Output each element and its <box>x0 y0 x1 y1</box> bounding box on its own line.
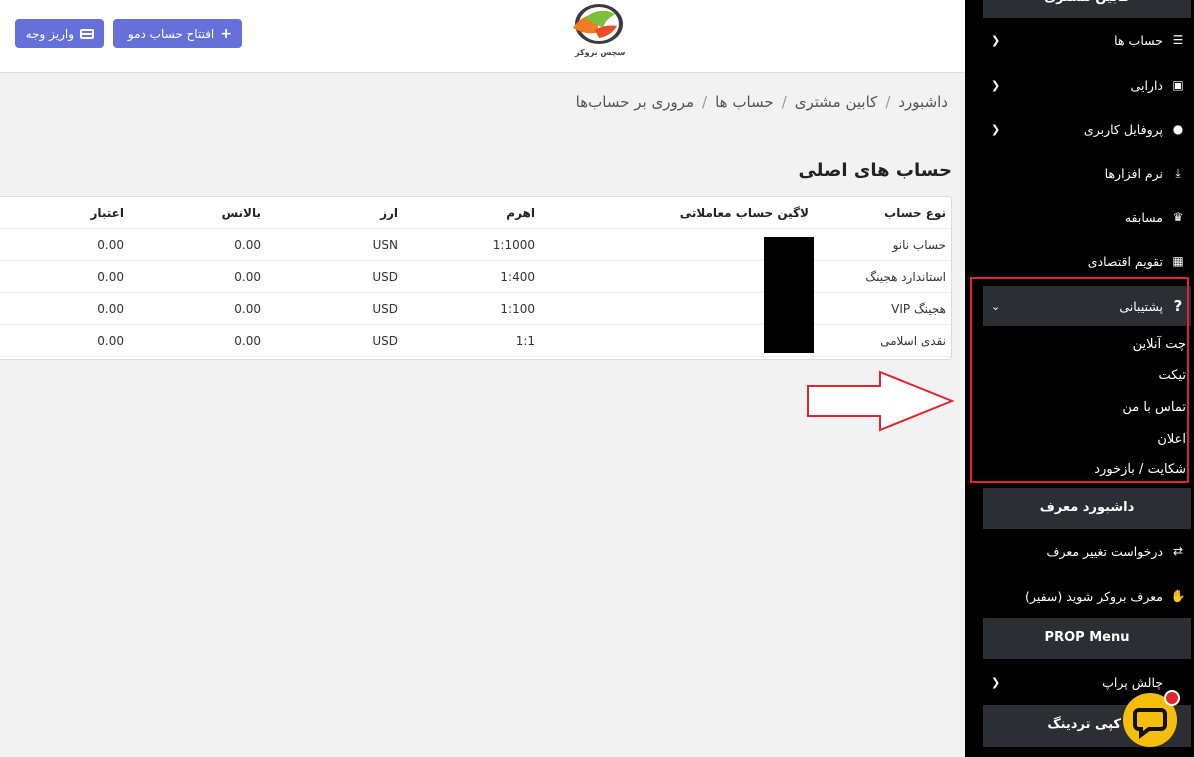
credit-cell: 0.00 <box>97 270 124 284</box>
column-header: نوع حساب <box>884 206 946 220</box>
trophy-icon: ♛ <box>1172 210 1184 224</box>
credit-card-icon <box>80 28 94 39</box>
sidebar-item-label: حساب ها <box>1114 32 1163 48</box>
breadcrumb-separator: / <box>885 93 891 111</box>
balance-cell: 0.00 <box>234 238 261 252</box>
sidebar-item-label: دارایی <box>1130 77 1163 93</box>
currency-cell: USD <box>372 270 398 284</box>
account-type-cell: استاندارد هجینگ <box>865 270 946 284</box>
top-header: واریز وجه + افتتاح حساب دمو سچس بروکر <box>0 0 965 73</box>
column-header: لاگین حساب معاملاتی <box>679 206 809 220</box>
account-type-cell: حساب نانو <box>892 238 946 252</box>
table-header-row: نوع حساب لاگین حساب معاملاتی اهرم ارز با… <box>0 197 951 229</box>
chevron-left-icon: ❮ <box>991 33 1001 47</box>
leverage-cell: 1:100 <box>500 302 535 316</box>
sidebar-item-label: معرف بروکر شوید (سفیر) <box>1025 588 1163 604</box>
balance-cell: 0.00 <box>234 302 261 316</box>
breadcrumb-accounts[interactable]: حساب ها <box>715 93 774 111</box>
currency-cell: USD <box>372 334 398 348</box>
deposit-button-label: واریز وجه <box>25 26 74 41</box>
user-icon: ● <box>1172 122 1184 136</box>
chevron-left-icon: ❮ <box>991 675 1001 689</box>
breadcrumb-dashboard[interactable]: داشبورد <box>898 93 948 111</box>
breadcrumb-client-cabinet[interactable]: کابین مشتری <box>795 93 878 111</box>
column-header: ارز <box>380 206 398 220</box>
accounts-table: نوع حساب لاگین حساب معاملاتی اهرم ارز با… <box>0 196 952 360</box>
credit-cell: 0.00 <box>97 302 124 316</box>
sidebar-item-label: نرم افزارها <box>1104 165 1163 181</box>
open-demo-label: افتتاح حساب دمو <box>127 26 215 41</box>
sidebar-item-label: چالش پراپ <box>1102 674 1163 690</box>
credit-cell: 0.00 <box>97 334 124 348</box>
sidebar-item-become-ambassador[interactable]: ✋ معرف بروکر شوید (سفیر) <box>983 576 1191 616</box>
chevron-left-icon: ❮ <box>991 122 1001 136</box>
account-type-cell: VIP هجینگ <box>891 302 946 316</box>
sidebar-item-assets[interactable]: ▣ دارایی ❮ <box>983 65 1191 105</box>
sidebar-item-profile[interactable]: ● پروفایل کاربری ❮ <box>983 109 1191 149</box>
leverage-cell: 1:400 <box>500 270 535 284</box>
sidebar-item-label: تقویم اقتصادی <box>1087 253 1163 269</box>
leverage-cell: 1:1000 <box>492 238 535 252</box>
sidebar-item-economic-calendar[interactable]: ▦ تقویم اقتصادی <box>983 241 1191 281</box>
sidebar-item-contest[interactable]: ♛ مسابقه <box>983 197 1191 237</box>
calendar-icon: ▦ <box>1172 254 1184 268</box>
leverage-cell: 1:1 <box>515 334 535 348</box>
credit-cell: 0.00 <box>97 238 124 252</box>
account-type-cell: نقدی اسلامی <box>880 334 946 348</box>
breadcrumb-overview: مروری بر حساب‌ها <box>575 93 695 111</box>
handshake-icon: ✋ <box>1170 589 1186 603</box>
balance-cell: 0.00 <box>234 270 261 284</box>
sidebar-item-software[interactable]: ⤓ نرم افزارها <box>983 153 1191 193</box>
currency-cell: USD <box>372 302 398 316</box>
download-icon: ⤓ <box>1175 165 1181 180</box>
currency-cell: USN <box>372 238 398 252</box>
sidebar-item-label: درخواست تغییر معرف <box>1046 543 1164 559</box>
exchange-icon: ⇄ <box>1172 544 1184 558</box>
notification-badge <box>1164 690 1180 706</box>
balance-cell: 0.00 <box>234 334 261 348</box>
breadcrumb-separator: / <box>781 93 787 111</box>
sidebar-item-accounts[interactable]: ☰ حساب ها ❮ <box>983 20 1191 60</box>
deposit-button[interactable]: واریز وجه <box>15 19 104 48</box>
sidebar-item-label: پروفایل کاربری <box>1083 121 1163 137</box>
sidebar-section-client-cabinet: کابین مشتری <box>983 0 1191 18</box>
annotation-arrow <box>807 370 955 432</box>
logo-text: سچس بروکر <box>575 48 626 57</box>
sidebar-section-prop-menu: PROP Menu <box>983 618 1191 659</box>
open-demo-account-button[interactable]: + افتتاح حساب دمو <box>113 19 242 48</box>
breadcrumb: داشبورد / کابین مشتری / حساب ها / مروری … <box>576 93 948 111</box>
breadcrumb-separator: / <box>702 93 708 111</box>
column-header: بالانس <box>221 206 261 220</box>
sidebar-section-referrer-dashboard: داشبورد معرف <box>983 488 1191 529</box>
wallet-icon: ▣ <box>1172 78 1184 92</box>
chevron-left-icon: ❮ <box>991 78 1001 92</box>
plus-icon: + <box>220 25 232 42</box>
column-header: اهرم <box>506 206 535 220</box>
annotation-highlight-box <box>970 277 1189 483</box>
sidebar-item-label: مسابقه <box>1124 209 1163 225</box>
column-header: اعتبار <box>90 206 124 220</box>
page-title: حساب های اصلی <box>798 160 952 181</box>
redaction-block <box>764 237 814 353</box>
list-icon: ☰ <box>1172 33 1184 47</box>
sidebar-item-change-referrer[interactable]: ⇄ درخواست تغییر معرف <box>983 531 1191 571</box>
